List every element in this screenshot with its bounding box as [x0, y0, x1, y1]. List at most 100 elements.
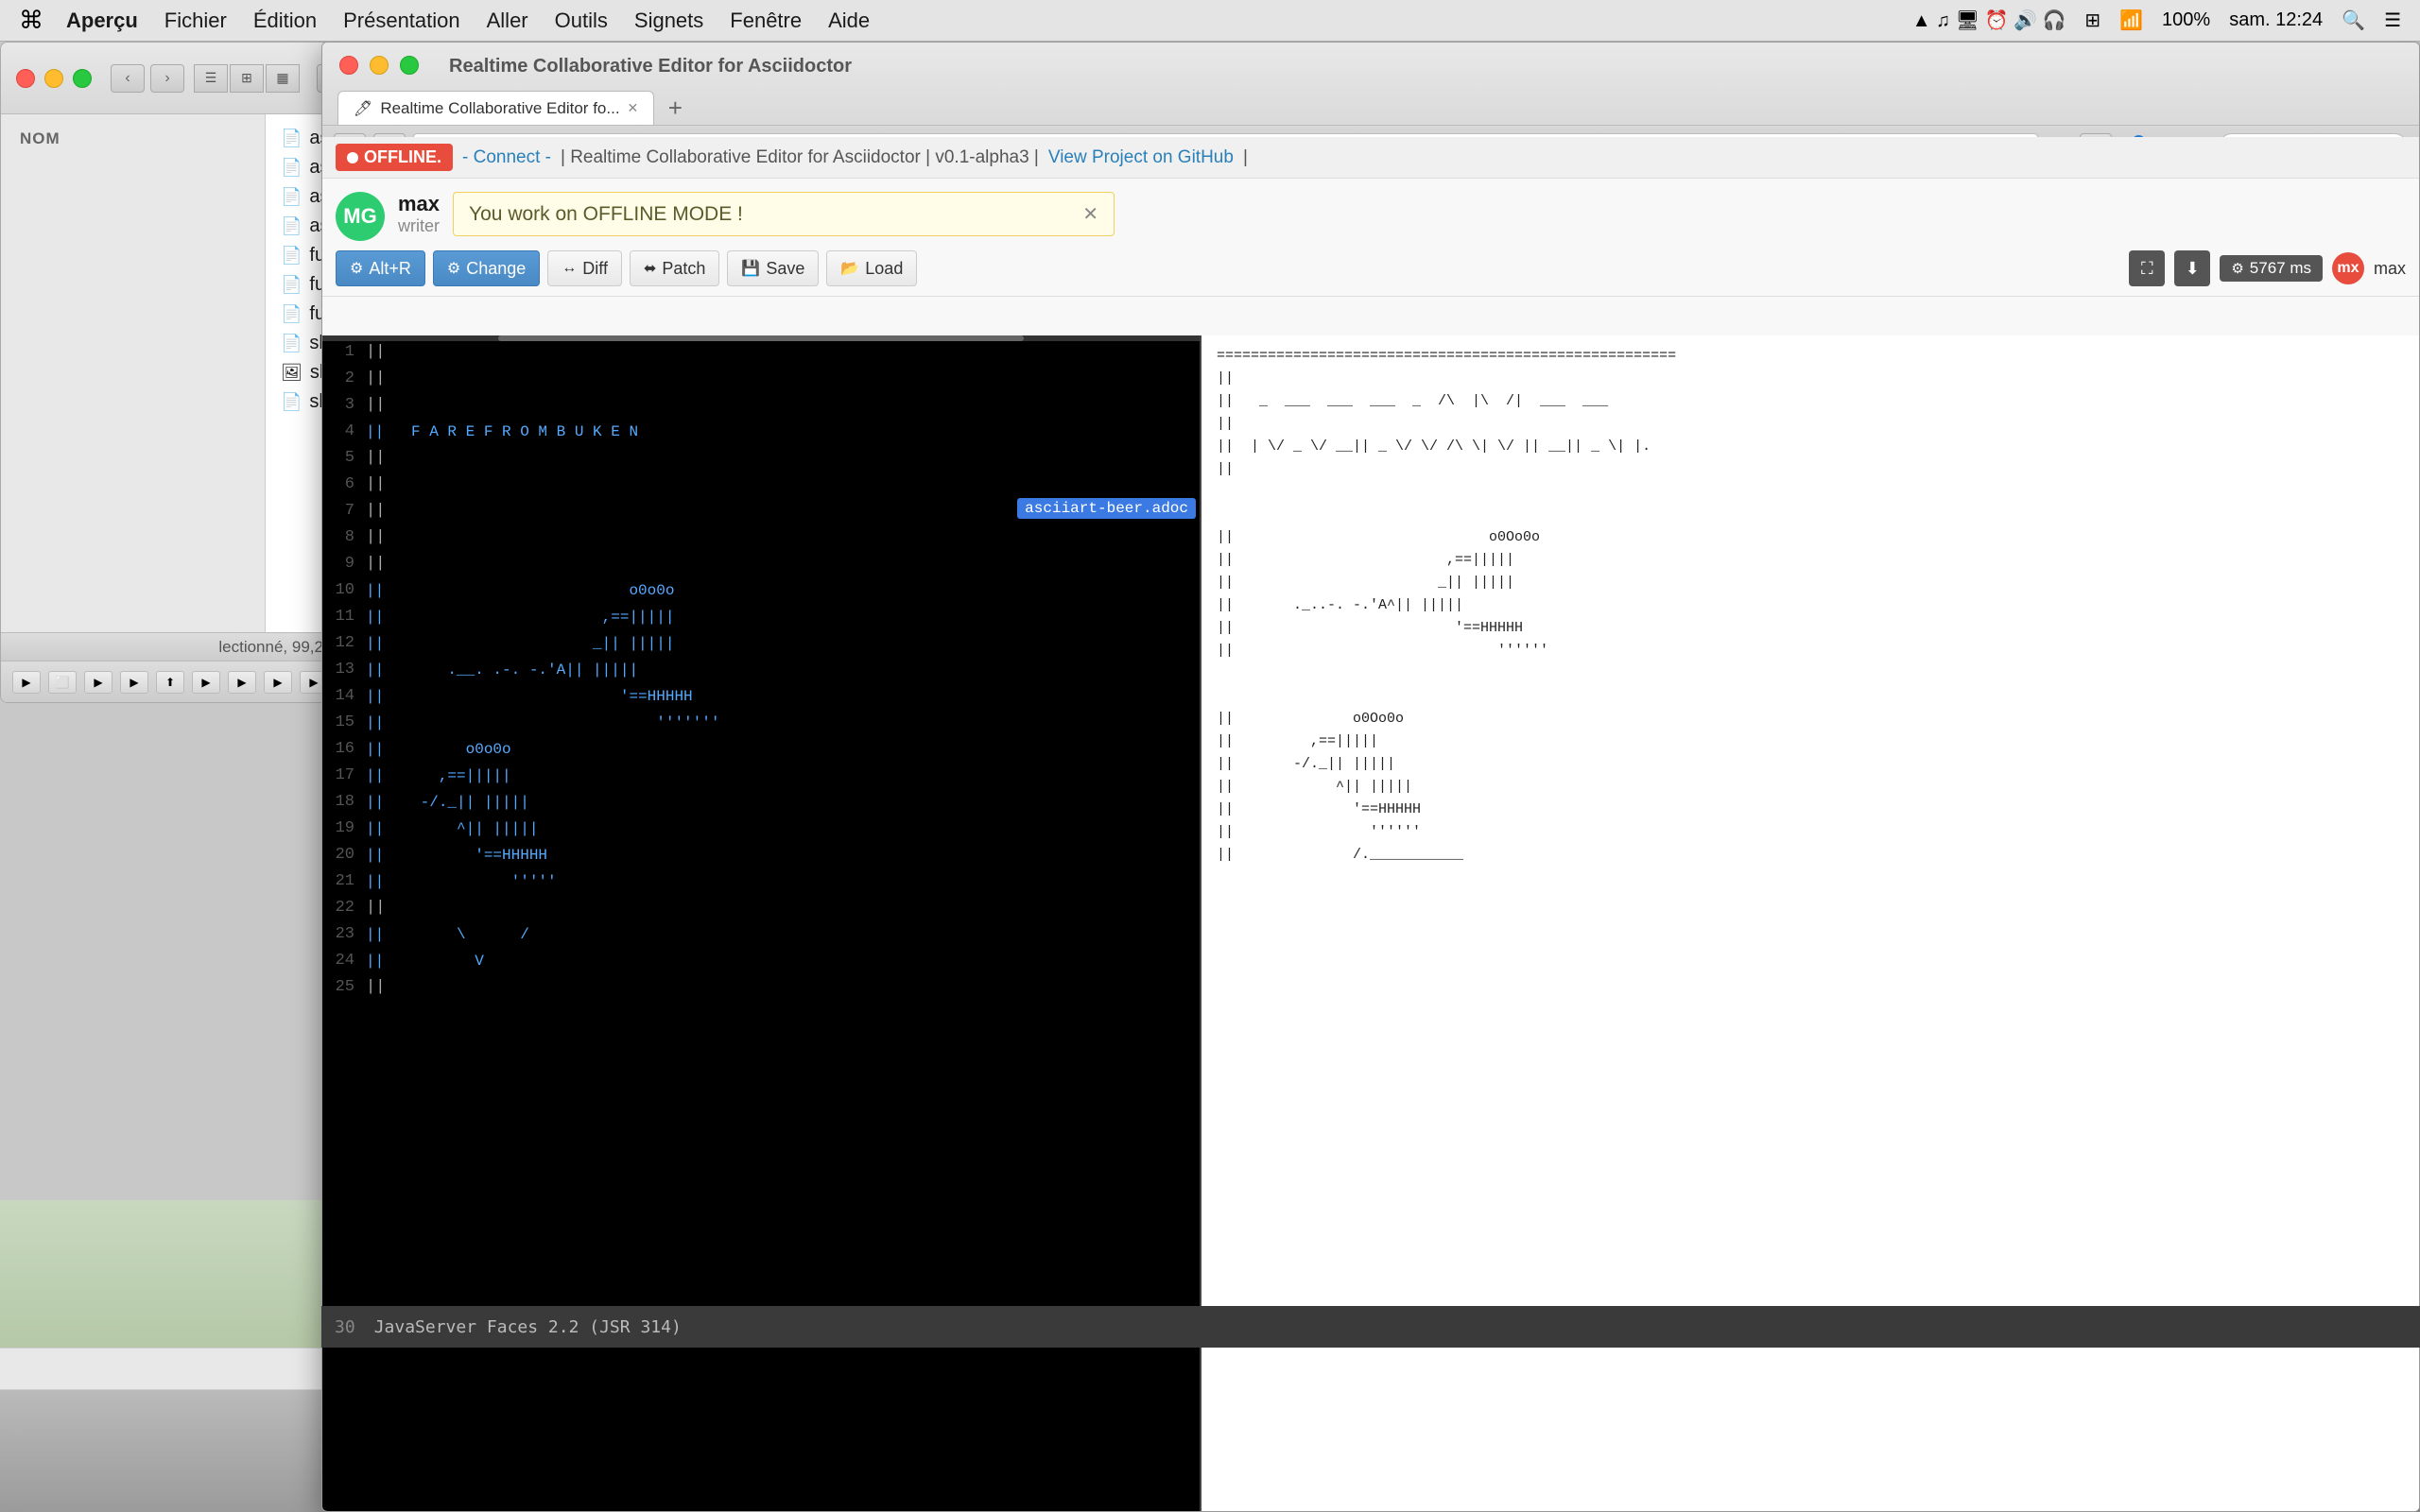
active-tab[interactable]: 🖊 Realtime Collaborative Editor fo... ✕: [337, 91, 654, 125]
load-label: Load: [865, 259, 903, 279]
menu-apercu[interactable]: Aperçu: [66, 9, 138, 33]
file-icon: 🖼: [281, 363, 302, 383]
line-content: ||: [366, 551, 1196, 577]
line-content: || F A R E F R O M B U K E N: [366, 419, 1196, 445]
connect-link[interactable]: - Connect -: [462, 147, 551, 168]
back-button[interactable]: ‹: [111, 64, 145, 93]
clock: sam. 12:24: [2229, 9, 2323, 31]
browser-close-button[interactable]: [339, 56, 358, 75]
list-icon[interactable]: ☰: [2384, 9, 2401, 32]
line-number: 11: [326, 604, 366, 630]
code-line: 2||: [322, 366, 1200, 392]
download-button[interactable]: ⬇: [2174, 250, 2210, 286]
code-line: 21|| ''''': [322, 868, 1200, 895]
new-tab-button[interactable]: +: [658, 91, 692, 125]
menu-outils[interactable]: Outils: [555, 9, 608, 33]
finder-bottom-btn[interactable]: ⬆: [156, 671, 184, 694]
finder-bottom-btn[interactable]: ▶: [264, 671, 292, 694]
forward-button[interactable]: ›: [150, 64, 184, 93]
finder-bottom-btn[interactable]: ▶: [12, 671, 41, 694]
change-label: Change: [466, 259, 526, 279]
filename-tag: asciiart-beer.adoc: [1017, 498, 1196, 519]
tab-close-button[interactable]: ✕: [628, 100, 639, 116]
code-line: 16|| o0o0o: [322, 736, 1200, 763]
fullscreen-button[interactable]: ⛶: [2129, 250, 2165, 286]
bluetooth-icon: ⊞: [2084, 9, 2100, 32]
avatar-initials: MG: [343, 204, 376, 229]
line-content: ||: [366, 339, 1196, 366]
code-line: 18|| -/._|| |||||: [322, 789, 1200, 816]
column-view-button[interactable]: ⊞: [230, 64, 264, 93]
diff-icon: ↔: [562, 260, 577, 277]
user-role: writer: [398, 216, 440, 236]
line-number: 18: [326, 789, 366, 816]
editor-scrollbar-thumb[interactable]: [498, 335, 1025, 341]
list-view-button[interactable]: ☰: [194, 64, 228, 93]
menu-signets[interactable]: Signets: [634, 9, 703, 33]
diff-button[interactable]: ↔ Diff: [547, 250, 622, 286]
apple-menu[interactable]: ⌘: [19, 6, 43, 35]
github-link[interactable]: View Project on GitHub: [1048, 147, 1234, 168]
save-button[interactable]: 💾 Save: [727, 250, 819, 286]
load-button[interactable]: 📂 Load: [826, 250, 917, 286]
altR-button[interactable]: ⚙ Alt+R: [336, 250, 425, 286]
editor-scrollbar[interactable]: [322, 335, 1200, 341]
coverflow-button[interactable]: ▦: [266, 64, 300, 93]
browser-maximize-button[interactable]: [400, 56, 419, 75]
line-number: 5: [326, 445, 366, 472]
close-button[interactable]: [16, 69, 35, 88]
finder-bottom-btn[interactable]: ⬜: [48, 671, 77, 694]
line-number: 1: [326, 339, 366, 366]
code-line: 24|| V: [322, 948, 1200, 974]
finder-bottom-btn[interactable]: ▶: [120, 671, 148, 694]
menu-presentation[interactable]: Présentation: [343, 9, 460, 33]
browser-minimize-button[interactable]: [370, 56, 389, 75]
line-number: 15: [326, 710, 366, 736]
line-number: 7: [326, 498, 366, 524]
code-line: 19|| ^|| |||||: [322, 816, 1200, 842]
minimize-button[interactable]: [44, 69, 63, 88]
line-content: || o0o0o: [366, 577, 1196, 604]
browser-tabs: 🖊 Realtime Collaborative Editor fo... ✕ …: [322, 83, 2419, 125]
maximize-button[interactable]: [73, 69, 92, 88]
menu-edition[interactable]: Édition: [253, 9, 317, 33]
code-line: 12|| _|| |||||: [322, 630, 1200, 657]
change-icon: ⚙: [447, 259, 460, 278]
finder-bottom-btn[interactable]: ▶: [192, 671, 220, 694]
menu-fenetre[interactable]: Fenêtre: [730, 9, 802, 33]
finder-bottom-btn[interactable]: ▶: [84, 671, 112, 694]
menu-aller[interactable]: Aller: [487, 9, 528, 33]
java-server-text: JavaServer Faces 2.2 (JSR 314): [374, 1317, 682, 1337]
toolbar-right: ⛶ ⬇ ⚙ 5767 ms mx max: [2129, 250, 2406, 286]
file-icon: 📄: [281, 304, 302, 324]
finder-bottom-btn[interactable]: ▶: [228, 671, 256, 694]
tab-title: Realtime Collaborative Editor fo...: [380, 99, 619, 118]
timing-value: 5767 ms: [2250, 259, 2311, 278]
code-line: 5||: [322, 445, 1200, 472]
line-content: || '==HHHHH: [366, 842, 1196, 868]
search-icon[interactable]: 🔍: [2342, 9, 2365, 32]
line-number: 24: [326, 948, 366, 974]
line-number: 10: [326, 577, 366, 604]
change-button[interactable]: ⚙ Change: [433, 250, 540, 286]
browser-chrome: Realtime Collaborative Editor for Asciid…: [322, 43, 2419, 137]
finder-nav: ‹ ›: [111, 64, 184, 93]
menu-aide[interactable]: Aide: [828, 9, 870, 33]
diff-label: Diff: [582, 259, 608, 279]
header-text: | Realtime Collaborative Editor for Asci…: [561, 147, 1039, 168]
line-content: || ''''''': [366, 710, 1196, 736]
patch-button[interactable]: ⬌ Patch: [630, 250, 719, 286]
line-number: 25: [326, 974, 366, 1001]
java-server-bar: 30 JavaServer Faces 2.2 (JSR 314): [321, 1306, 2420, 1348]
code-line: 9||: [322, 551, 1200, 577]
menu-fichier[interactable]: Fichier: [164, 9, 227, 33]
code-line: 1||: [322, 339, 1200, 366]
user-info: max writer: [398, 192, 440, 236]
line-content: || '==HHHHH: [366, 683, 1196, 710]
patch-icon: ⬌: [644, 259, 656, 278]
code-line: 7 || asciiart-beer.adoc: [322, 498, 1200, 524]
wifi-icon: 📶: [2119, 9, 2143, 32]
notification-close-button[interactable]: ✕: [1082, 202, 1098, 226]
line-content: ||: [366, 974, 1196, 1001]
altR-label: Alt+R: [369, 259, 411, 279]
